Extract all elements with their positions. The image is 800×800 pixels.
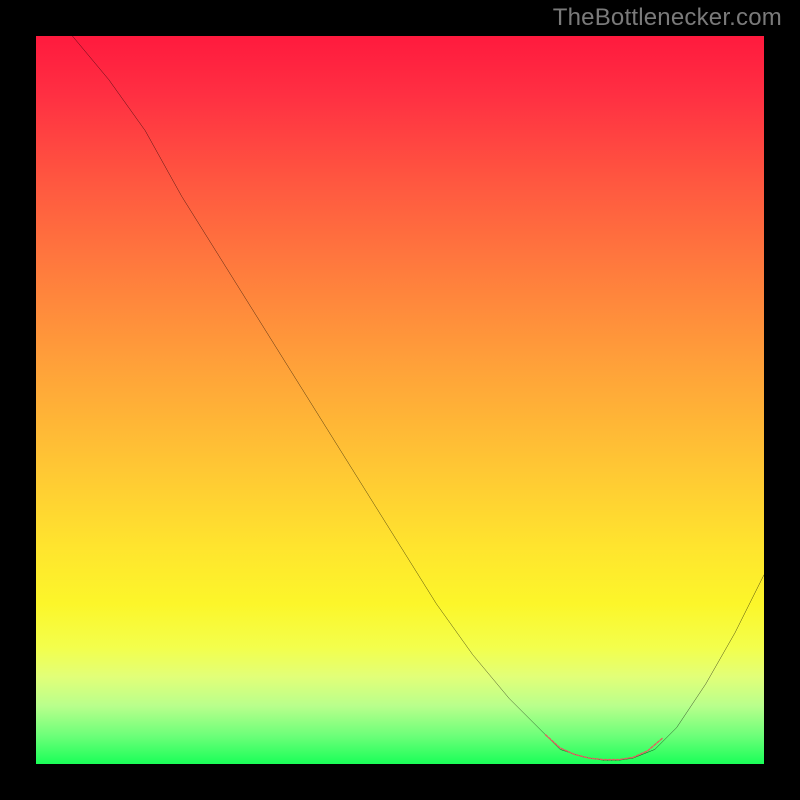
chart-svg — [36, 36, 764, 764]
bottleneck-curve-path — [72, 36, 764, 760]
chart-plot-area — [36, 36, 764, 764]
optimal-range-marker-path — [546, 735, 662, 760]
attribution-text: TheBottlenecker.com — [553, 4, 782, 32]
